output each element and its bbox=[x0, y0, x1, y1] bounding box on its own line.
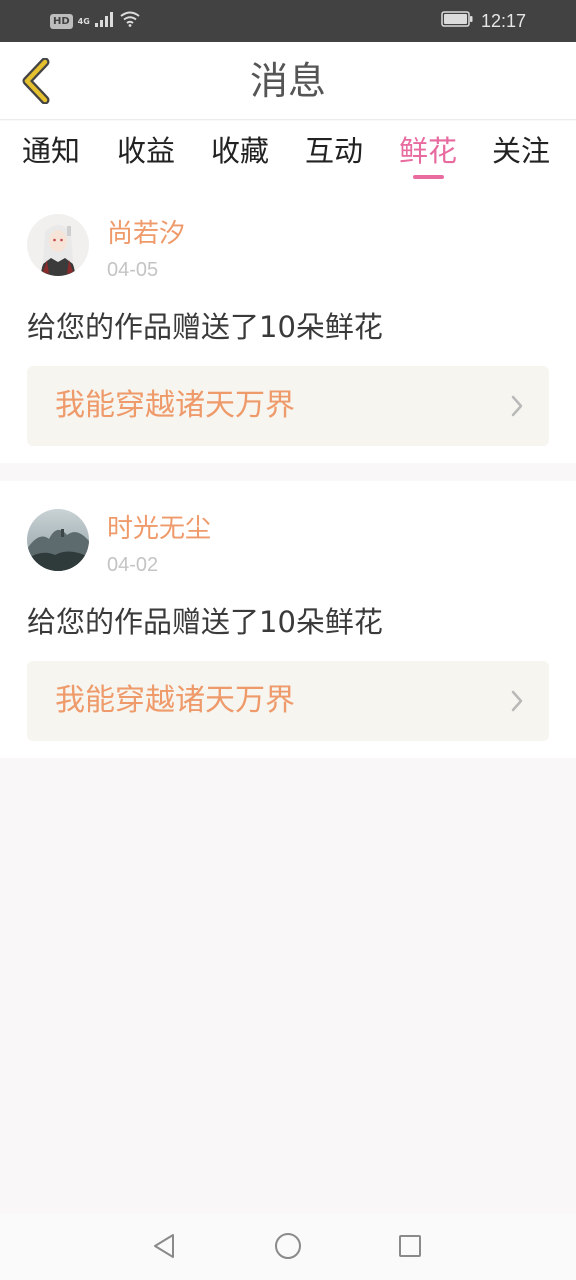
book-link[interactable]: 我能穿越诸天万界 bbox=[27, 661, 549, 741]
message-card: 尚若汐 04-05 给您的作品赠送了10朵鲜花 我能穿越诸天万界 bbox=[0, 188, 576, 463]
book-title: 我能穿越诸天万界 bbox=[55, 683, 295, 718]
tab-flowers[interactable]: 鲜花 bbox=[399, 131, 457, 171]
header: 消息 bbox=[0, 42, 576, 120]
hd-badge: HD bbox=[50, 13, 73, 29]
username[interactable]: 时光无尘 bbox=[107, 512, 211, 546]
book-link[interactable]: 我能穿越诸天万界 bbox=[27, 366, 549, 446]
username[interactable]: 尚若汐 bbox=[107, 217, 185, 251]
landscape-avatar-icon bbox=[27, 509, 89, 571]
message-date: 04-02 bbox=[107, 554, 159, 576]
back-triangle-icon bbox=[154, 1234, 174, 1258]
signal-icon bbox=[94, 11, 114, 31]
message-card: 时光无尘 04-02 给您的作品赠送了10朵鲜花 我能穿越诸天万界 bbox=[0, 481, 576, 758]
nav-home-button[interactable] bbox=[272, 1230, 304, 1262]
message-text: 给您的作品赠送了10朵鲜花 bbox=[27, 605, 383, 639]
tab-earnings[interactable]: 收益 bbox=[117, 131, 175, 171]
message-date: 04-05 bbox=[107, 259, 159, 281]
chevron-right-icon bbox=[511, 690, 523, 712]
avatar[interactable] bbox=[27, 509, 89, 571]
system-nav-bar bbox=[0, 1214, 576, 1280]
status-left: HD 4G bbox=[50, 10, 141, 32]
nav-back-button[interactable] bbox=[148, 1230, 180, 1262]
active-tab-indicator bbox=[413, 175, 444, 179]
book-title: 我能穿越诸天万界 bbox=[55, 388, 295, 423]
message-text: 给您的作品赠送了10朵鲜花 bbox=[27, 310, 383, 344]
nav-recents-button[interactable] bbox=[394, 1230, 426, 1262]
status-right: 12:17 bbox=[441, 8, 526, 34]
avatar[interactable] bbox=[27, 214, 89, 276]
tab-bar: 通知 收益 收藏 互动 鲜花 关注 bbox=[0, 121, 576, 188]
chevron-right-icon bbox=[511, 395, 523, 417]
anime-character-avatar-icon bbox=[27, 214, 89, 276]
wifi-icon bbox=[119, 11, 141, 31]
battery-icon bbox=[441, 11, 473, 31]
page-title: 消息 bbox=[249, 59, 326, 103]
tab-follows[interactable]: 关注 bbox=[492, 131, 550, 171]
home-circle-icon bbox=[275, 1233, 301, 1259]
network-type-label: 4G bbox=[77, 16, 90, 26]
recents-square-icon bbox=[399, 1235, 421, 1257]
tab-interactions[interactable]: 互动 bbox=[305, 131, 363, 171]
tab-favorites[interactable]: 收藏 bbox=[211, 131, 269, 171]
status-time: 12:17 bbox=[480, 10, 526, 31]
tab-notifications[interactable]: 通知 bbox=[22, 131, 80, 171]
status-bar: HD 4G 12:17 bbox=[0, 0, 576, 42]
